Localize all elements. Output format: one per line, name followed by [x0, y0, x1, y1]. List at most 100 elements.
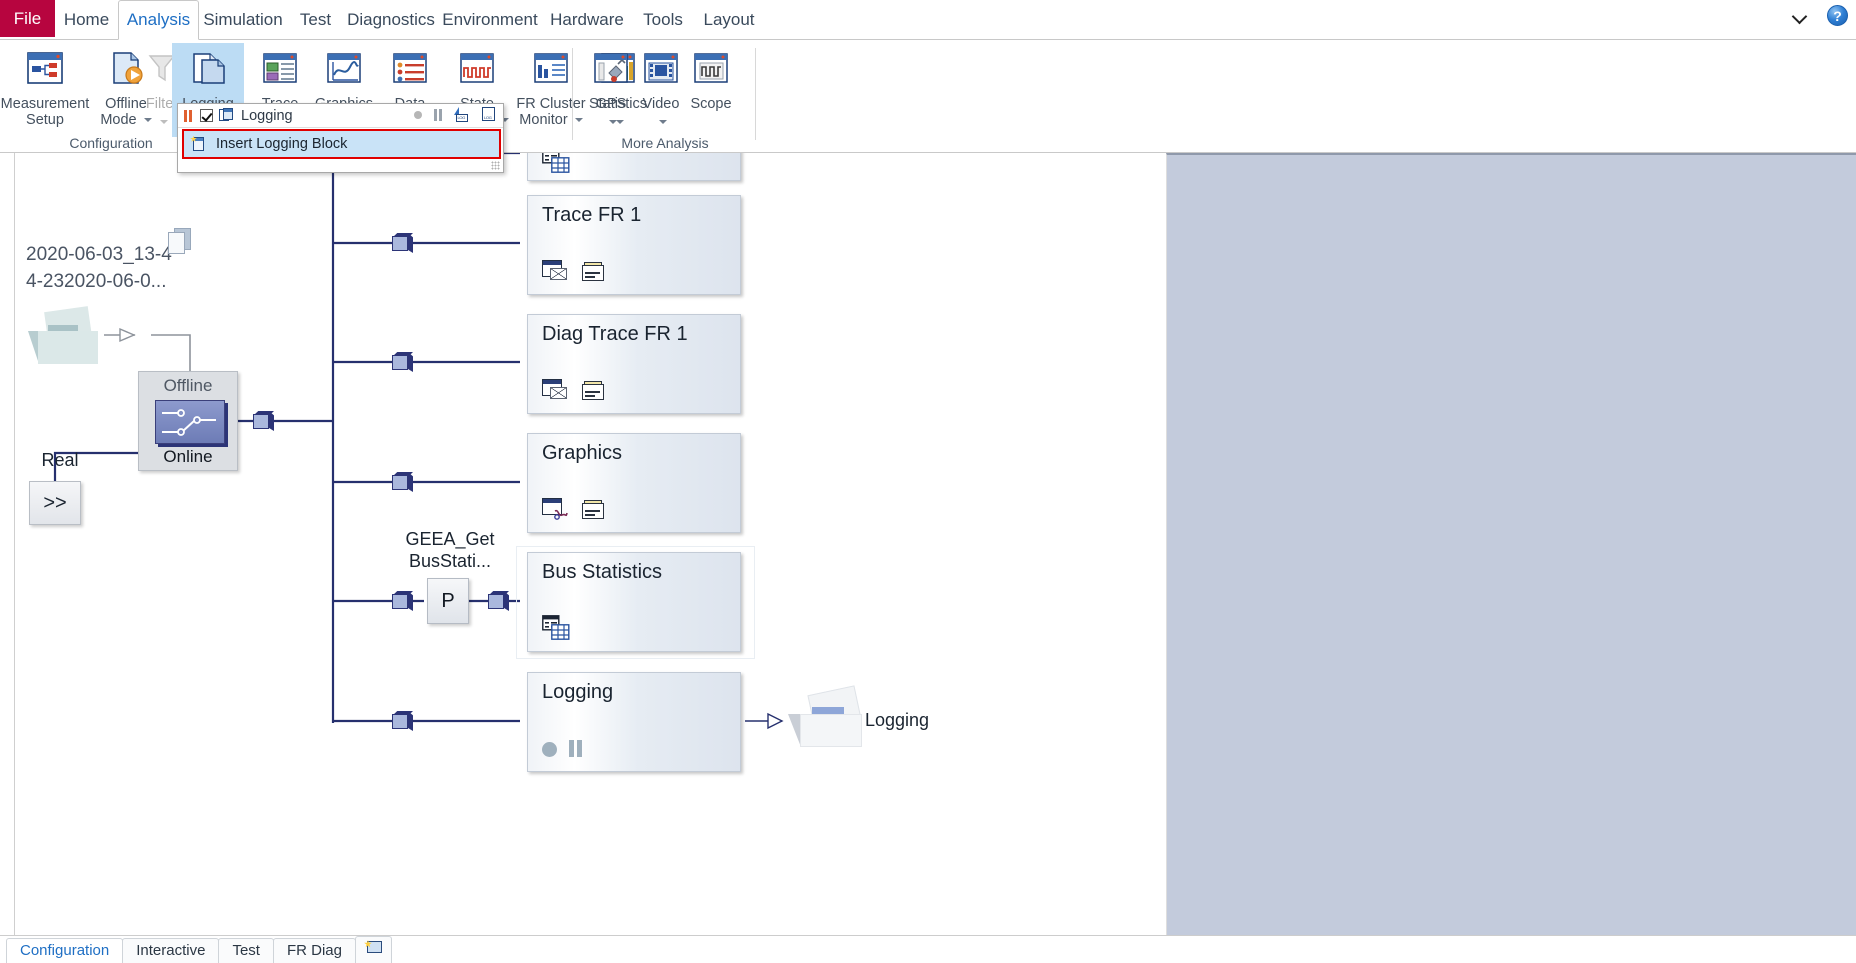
statistics-table-icon[interactable] [542, 615, 570, 640]
tab-analysis[interactable]: Analysis [118, 0, 199, 40]
logging-dropdown-panel[interactable]: Logging Insert Logging Block [177, 103, 504, 173]
block-title: Graphics [542, 442, 623, 464]
ribbon-button-measurement-setup[interactable]: Measurement Setup [0, 43, 90, 137]
logging-panel-title: Logging [241, 107, 293, 124]
status-tab-interactive[interactable]: Interactive [122, 937, 220, 963]
tab-test[interactable]: Test [287, 0, 344, 39]
message-window-icon[interactable] [542, 260, 568, 282]
log-trigger-icon[interactable] [454, 107, 469, 122]
connector-cube[interactable] [392, 352, 413, 372]
record-dot-icon[interactable] [542, 742, 557, 757]
switch-bottom-label: Online [163, 447, 213, 466]
new-window-icon [364, 940, 383, 956]
resize-grip-icon[interactable] [491, 161, 500, 170]
data-icon [390, 51, 430, 90]
tab-layout[interactable]: Layout [694, 0, 764, 39]
tab-hardware[interactable]: Hardware [542, 0, 632, 39]
block-trace-fr-1[interactable]: Trace FR 1 [527, 195, 741, 295]
logging-panel-header: Logging [178, 104, 503, 128]
ribbon-controls: ? [1791, 5, 1848, 26]
p-node-caption-line-2: BusStati... [408, 551, 492, 571]
signal-curve-glyph [554, 508, 568, 520]
graphics-window-icon[interactable] [542, 498, 568, 520]
block-logging[interactable]: Logging [527, 672, 741, 772]
configuration-canvas[interactable]: 2020-06-03_13-4 4-232020-06-0... Offline [0, 153, 1166, 935]
chevron-down-icon[interactable] [1791, 7, 1809, 25]
logging-document-icon [219, 108, 234, 123]
menu-item-insert-logging-block[interactable]: Insert Logging Block [182, 129, 501, 159]
logging-enabled-checkbox[interactable] [200, 109, 213, 122]
ribbon-tab-bar: File Home Analysis Simulation Test Diagn… [0, 0, 1856, 40]
input-folder-icon[interactable] [28, 306, 104, 365]
status-tab-new-window[interactable] [354, 936, 392, 963]
status-tab-test[interactable]: Test [218, 937, 274, 963]
menu-item-label: Insert Logging Block [216, 136, 348, 152]
connector-cube[interactable] [392, 591, 413, 611]
ribbon-group-label-more-analysis: More Analysis [621, 135, 709, 151]
state-tracker-icon [457, 51, 497, 90]
log-file-icon[interactable] [481, 107, 496, 122]
connector-cube[interactable] [392, 233, 413, 253]
output-folder-icon[interactable] [788, 685, 866, 750]
tab-tools[interactable]: Tools [632, 0, 694, 39]
block-title: Trace FR 1 [542, 204, 642, 226]
ribbon-label-scope: Scope [690, 96, 732, 112]
offline-online-switch-block[interactable]: Offline Online [138, 371, 238, 471]
connector-cube[interactable] [392, 472, 413, 492]
trace-icon [260, 51, 300, 90]
pause-icon[interactable] [569, 740, 582, 757]
ribbon-button-scope[interactable]: Scope [675, 43, 747, 137]
scope-icon [691, 51, 731, 90]
connector-cube[interactable] [488, 591, 509, 611]
pause-icon[interactable] [434, 108, 442, 121]
connector-cube[interactable] [392, 711, 413, 731]
tab-home[interactable]: Home [55, 0, 118, 39]
graphics-icon [324, 51, 364, 90]
logging-panel-header-controls [414, 107, 496, 122]
status-bar-tabs: Configuration Interactive Test FR Diag [6, 936, 392, 963]
logging-icon [188, 51, 228, 90]
block-title: Diag Trace FR 1 [542, 323, 688, 345]
filter-caret-icon[interactable] [157, 113, 168, 131]
p-node-button[interactable]: P [427, 578, 469, 624]
output-folder-label: Logging [865, 710, 930, 730]
tab-diagnostics[interactable]: Diagnostics [344, 0, 438, 39]
status-bar: Configuration Interactive Test FR Diag h… [0, 935, 1856, 963]
tab-file[interactable]: File [0, 0, 55, 37]
application-window: File Home Analysis Simulation Test Diagn… [0, 0, 1856, 963]
status-tab-configuration[interactable]: Configuration [6, 937, 124, 963]
pause-icon[interactable] [184, 109, 193, 122]
ribbon-label-measurement-setup: Measurement Setup [0, 96, 90, 128]
p-node-caption-line-1: GEEA_Get [405, 529, 495, 549]
video-caret-icon[interactable] [656, 113, 667, 131]
file-label-line-2: 4-232020-06-0... [26, 271, 167, 292]
fr-cluster-monitor-icon [531, 51, 571, 90]
message-window-icon[interactable] [542, 379, 568, 401]
block-graphics[interactable]: Graphics [527, 433, 741, 533]
file-label-line-1: 2020-06-03_13-4 [26, 244, 172, 265]
measurement-setup-icon [25, 51, 65, 90]
note-icon[interactable] [582, 262, 604, 282]
status-tab-fr-diag[interactable]: FR Diag [272, 937, 356, 963]
tab-environment[interactable]: Environment [438, 0, 542, 39]
p-node-caption: GEEA_Get BusStati... [388, 528, 512, 572]
record-dot-icon[interactable] [414, 110, 422, 119]
tab-simulation[interactable]: Simulation [199, 0, 287, 39]
help-icon[interactable]: ? [1827, 5, 1848, 26]
toggle-switch-icon [155, 400, 225, 444]
block-partial-top[interactable] [527, 153, 741, 181]
block-title: Bus Statistics [542, 561, 663, 583]
gps-caret-icon[interactable] [606, 113, 617, 131]
recording-file-label: 2020-06-03_13-4 4-232020-06-0... [26, 241, 172, 295]
block-diag-trace-fr-1[interactable]: Diag Trace FR 1 [527, 314, 741, 414]
block-title: Logging [542, 681, 614, 703]
ribbon-group-more-analysis: GPS Video Scope More Analysis [575, 40, 756, 153]
note-icon[interactable] [582, 500, 604, 520]
block-bus-statistics[interactable]: Bus Statistics [527, 552, 741, 652]
real-node-label: Real [41, 450, 79, 470]
statistics-table-icon [542, 153, 570, 173]
connector-cube[interactable] [253, 411, 274, 431]
real-source-button[interactable]: >> [29, 481, 81, 525]
note-icon[interactable] [582, 381, 604, 401]
right-side-pane [1166, 153, 1856, 935]
